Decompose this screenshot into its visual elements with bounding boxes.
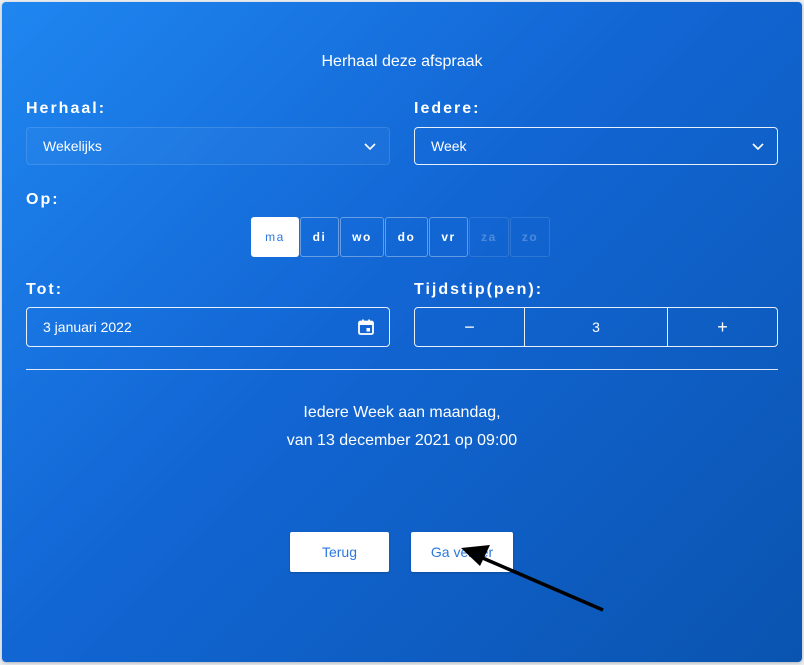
day-toggle-vr[interactable]: vr [429, 217, 468, 257]
day-toggle-wo[interactable]: wo [340, 217, 384, 257]
every-select-value: Week [431, 138, 467, 154]
calendar-icon[interactable] [357, 318, 375, 336]
repeat-dialog: Herhaal deze afspraak Herhaal: Iedere: W… [2, 2, 802, 662]
day-toggle-za: za [469, 217, 509, 257]
summary-line-1: Iedere Week aan maandag, [303, 404, 501, 421]
day-toggle-ma[interactable]: ma [251, 217, 299, 257]
next-button[interactable]: Ga verder [411, 532, 513, 572]
summary-line-2: van 13 december 2021 op 09:00 [286, 432, 518, 449]
times-label: Tijdstip(pen): [414, 281, 544, 298]
decrement-button[interactable]: − [415, 308, 524, 346]
until-date-input[interactable]: 3 januari 2022 [26, 307, 390, 347]
until-label: Tot: [26, 281, 64, 298]
weekday-selector: ma di wo do vr za zo [251, 217, 551, 257]
chevron-down-icon [364, 143, 376, 151]
on-label: Op: [26, 191, 60, 208]
chevron-down-icon [752, 143, 764, 151]
every-label: Iedere: [414, 100, 481, 117]
increment-button[interactable]: + [668, 308, 777, 346]
day-toggle-di[interactable]: di [300, 217, 339, 257]
back-button[interactable]: Terug [290, 532, 389, 572]
times-stepper: − 3 + [414, 307, 778, 347]
repeat-select[interactable]: Wekelijks [26, 127, 390, 165]
repeat-select-value: Wekelijks [43, 138, 102, 154]
repeat-label: Herhaal: [26, 100, 107, 117]
divider [26, 369, 778, 370]
day-toggle-do[interactable]: do [385, 217, 428, 257]
day-toggle-zo: zo [510, 217, 550, 257]
until-date-value: 3 januari 2022 [43, 319, 132, 335]
times-value[interactable]: 3 [524, 308, 668, 346]
dialog-title: Herhaal deze afspraak [321, 53, 483, 70]
every-select[interactable]: Week [414, 127, 778, 165]
